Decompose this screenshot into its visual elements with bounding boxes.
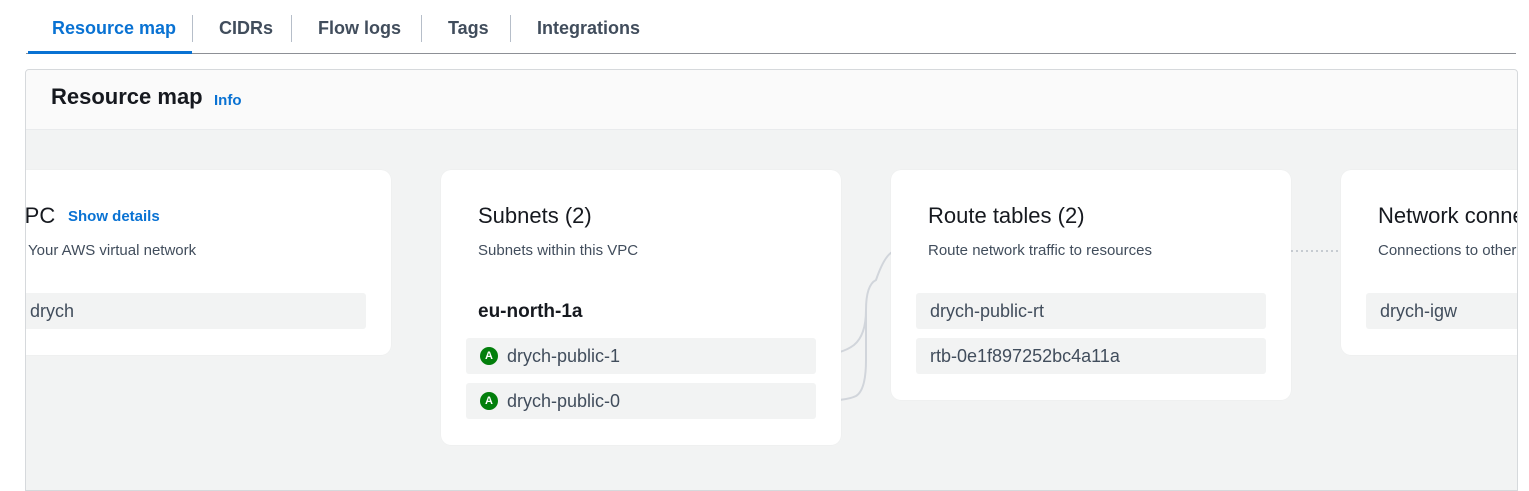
subnet-item-label: drych-public-0 [507, 391, 621, 411]
vpc-card: VPC Show details Your AWS virtual networ… [26, 170, 391, 355]
tab-divider [192, 15, 193, 42]
available-status-icon: A [480, 347, 498, 365]
subnets-card-subtitle: Subnets within this VPC [478, 242, 639, 259]
show-details-link[interactable]: Show details [68, 208, 160, 225]
subnets-card: Subnets (2) Subnets within this VPC eu-n… [441, 170, 841, 445]
route-tables-card: Route tables (2) Route network traffic t… [891, 170, 1291, 400]
tab-integrations[interactable]: Integrations [537, 0, 640, 52]
vpc-item[interactable]: drych [26, 293, 366, 329]
tab-divider [510, 15, 511, 42]
subnets-card-title: Subnets (2) [478, 203, 592, 228]
tab-tags[interactable]: Tags [448, 0, 489, 52]
panel-title: Resource map [51, 84, 203, 109]
tab-flow-logs[interactable]: Flow logs [318, 0, 401, 52]
availability-zone-label: eu-north-1a [478, 301, 583, 322]
internet-gateway-item[interactable]: drych-igw [1366, 293, 1517, 329]
internet-gateway-item-label: drych-igw [1380, 301, 1458, 321]
info-link[interactable]: Info [214, 92, 242, 109]
route-table-item[interactable]: rtb-0e1f897252bc4a11a [916, 338, 1266, 374]
route-tables-card-title: Route tables (2) [928, 203, 1085, 228]
subnet-item[interactable]: A drych-public-1 [466, 338, 816, 374]
vpc-item-label: drych [30, 301, 75, 321]
tab-divider [421, 15, 422, 42]
route-tables-card-subtitle: Route network traffic to resources [928, 242, 1152, 259]
tab-bar: Resource map CIDRs Flow logs Tags Integr… [26, 0, 1516, 54]
resource-map-panel: Resource map Info VPC Show details Your … [25, 69, 1518, 491]
network-connections-card: Network connections (1) Connections to o… [1341, 170, 1517, 355]
tab-resource-map[interactable]: Resource map [52, 0, 176, 52]
network-connections-card-title: Network connections (1) [1378, 203, 1517, 228]
subnet-item-label: drych-public-1 [507, 346, 621, 366]
route-table-item-label: rtb-0e1f897252bc4a11a [930, 346, 1120, 366]
subnet-item[interactable]: A drych-public-0 [466, 383, 816, 419]
tab-cidrs[interactable]: CIDRs [219, 0, 273, 52]
route-table-item-label: drych-public-rt [930, 301, 1045, 321]
vpc-card-title: VPC [26, 203, 56, 228]
panel-header: Resource map Info [26, 70, 1517, 130]
vpc-card-subtitle: Your AWS virtual network [28, 242, 197, 259]
available-status-icon: A [480, 392, 498, 410]
tab-divider [291, 15, 292, 42]
route-table-item[interactable]: drych-public-rt [916, 293, 1266, 329]
resource-map-canvas[interactable]: VPC Show details Your AWS virtual networ… [26, 130, 1517, 490]
network-connections-card-subtitle: Connections to other networks [1378, 242, 1517, 259]
active-tab-indicator [28, 51, 192, 54]
